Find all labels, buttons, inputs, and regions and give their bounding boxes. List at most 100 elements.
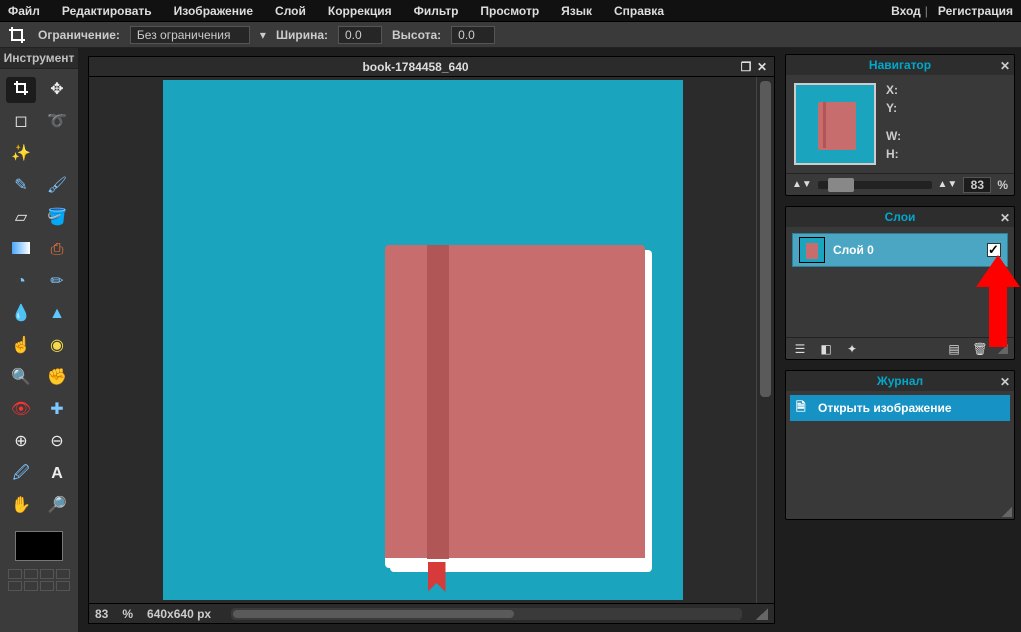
height-input[interactable]: 0.0 bbox=[451, 26, 495, 44]
layer-name[interactable]: Слой 0 bbox=[833, 243, 979, 257]
redeye-icon: 👁 bbox=[11, 402, 31, 418]
navigator-panel: Навигатор ✕ X: Y: W: H: ▲▼ ▲▼ 83 bbox=[785, 54, 1015, 196]
tool-burn[interactable]: ✊ bbox=[42, 365, 72, 391]
navigator-zoom-pct: % bbox=[997, 178, 1008, 192]
tool-marquee[interactable]: ◻ bbox=[6, 109, 36, 135]
height-label: Высота: bbox=[392, 28, 441, 42]
color-replace-icon: ◔ bbox=[16, 274, 26, 290]
smudge-icon: ☝ bbox=[11, 338, 31, 354]
heal-icon: ✚ bbox=[50, 402, 63, 418]
layer-delete-icon[interactable]: 🗑 bbox=[972, 341, 988, 357]
tool-heal[interactable]: ✚ bbox=[42, 397, 72, 423]
dimensions: 640x640 px bbox=[147, 607, 211, 621]
navigator-close-icon[interactable]: ✕ bbox=[1000, 56, 1010, 76]
tool-redeye[interactable]: 👁 bbox=[6, 397, 36, 423]
tool-eyedrop[interactable]: 🖉 bbox=[6, 461, 36, 487]
crop-icon bbox=[13, 80, 29, 100]
navigator-thumbnail[interactable] bbox=[794, 83, 876, 165]
window-maximize-icon[interactable]: ❐ bbox=[738, 60, 754, 74]
main-menubar: Файл Редактировать Изображение Слой Корр… bbox=[0, 0, 1021, 22]
layers-resize-grip-icon[interactable] bbox=[998, 344, 1008, 354]
register-link[interactable]: Регистрация bbox=[938, 4, 1013, 18]
constraint-caret-icon[interactable]: ▾ bbox=[260, 28, 266, 42]
layer-row[interactable]: Слой 0 bbox=[792, 233, 1008, 267]
tool-replace-color[interactable]: ◔ bbox=[6, 269, 36, 295]
layer-settings-icon[interactable]: ☰ bbox=[792, 341, 808, 357]
menu-filter[interactable]: Фильтр bbox=[414, 4, 459, 18]
history-panel: Журнал ✕ 🗎 Открыть изображение bbox=[785, 370, 1015, 520]
tool-bucket[interactable]: 🪣 bbox=[42, 205, 72, 231]
tool-lasso[interactable]: ➰ bbox=[42, 109, 72, 135]
menu-lang[interactable]: Язык bbox=[561, 4, 592, 18]
 bbox=[42, 141, 72, 167]
menu-layer[interactable]: Слой bbox=[275, 4, 306, 18]
menu-help[interactable]: Справка bbox=[614, 4, 664, 18]
layer-fx-icon[interactable]: ✦ bbox=[844, 341, 860, 357]
width-label: Ширина: bbox=[276, 28, 328, 42]
window-close-icon[interactable]: ✕ bbox=[754, 60, 770, 74]
open-image-icon: 🗎 bbox=[796, 398, 812, 419]
navigator-zoom-value[interactable]: 83 bbox=[963, 177, 991, 193]
history-close-icon[interactable]: ✕ bbox=[1000, 372, 1010, 392]
menu-adjust[interactable]: Коррекция bbox=[328, 4, 392, 18]
foreground-color-swatch[interactable] bbox=[15, 531, 63, 561]
layer-new-icon[interactable]: ▤ bbox=[946, 341, 962, 357]
nav-h: H: bbox=[886, 147, 1006, 161]
layers-close-icon[interactable]: ✕ bbox=[1000, 208, 1010, 228]
toolbox-panel: Инструмент ✥ ◻ ➰ ✨ ✎ 🖌 ▱ 🪣 ⎙ ◔ ✏ 💧 ▲ ☝ ◉… bbox=[0, 48, 78, 632]
history-entry-label: Открыть изображение bbox=[818, 401, 952, 415]
toolbox-title: Инструмент bbox=[0, 48, 78, 69]
tool-eraser[interactable]: ▱ bbox=[6, 205, 36, 231]
login-link[interactable]: Вход bbox=[891, 4, 921, 18]
tool-options-bar: Ограничение: Без ограничения ▾ Ширина: 0… bbox=[0, 22, 1021, 48]
tool-gradient[interactable] bbox=[6, 237, 36, 263]
image-content bbox=[163, 80, 683, 600]
drop-icon: 💧 bbox=[11, 306, 31, 322]
layer-thumbnail bbox=[799, 237, 825, 263]
tool-blur[interactable]: 💧 bbox=[6, 301, 36, 327]
sharpen-icon: ▲ bbox=[49, 306, 65, 322]
tool-brush[interactable]: 🖌 bbox=[42, 173, 72, 199]
tool-text[interactable]: A bbox=[42, 461, 72, 487]
text-icon: A bbox=[51, 466, 63, 482]
tool-dodge[interactable]: 🔍 bbox=[6, 365, 36, 391]
document-window: book-1784458_640 ❐ ✕ 83 bbox=[88, 56, 775, 624]
tool-crop[interactable] bbox=[6, 77, 36, 103]
dodge-icon: 🔍 bbox=[11, 370, 31, 386]
canvas-area[interactable] bbox=[89, 77, 756, 603]
zoom-out-icon[interactable]: ▲▼ bbox=[792, 179, 812, 190]
tool-pinch[interactable]: ⊖ bbox=[42, 429, 72, 455]
pinch-icon: ⊖ bbox=[50, 434, 63, 450]
tool-sponge[interactable]: ◉ bbox=[42, 333, 72, 359]
resize-grip-icon[interactable] bbox=[756, 608, 768, 620]
width-input[interactable]: 0.0 bbox=[338, 26, 382, 44]
layer-visibility-checkbox[interactable] bbox=[987, 243, 1001, 257]
pencil-icon: ✎ bbox=[14, 178, 27, 194]
tool-clone[interactable]: ⎙ bbox=[42, 237, 72, 263]
menu-edit[interactable]: Редактировать bbox=[62, 4, 152, 18]
history-entry[interactable]: 🗎 Открыть изображение bbox=[790, 395, 1010, 421]
history-resize-grip-icon[interactable] bbox=[1002, 507, 1012, 517]
tool-bloat[interactable]: ⊕ bbox=[6, 429, 36, 455]
menu-view[interactable]: Просмотр bbox=[480, 4, 539, 18]
tool-hand[interactable]: ✋ bbox=[6, 493, 36, 519]
color-swatches[interactable] bbox=[8, 569, 70, 591]
zoom-slider[interactable] bbox=[818, 181, 932, 189]
tool-move[interactable]: ✥ bbox=[42, 77, 72, 103]
vertical-scrollbar[interactable] bbox=[756, 77, 774, 603]
tool-draw[interactable]: ✏ bbox=[42, 269, 72, 295]
crop-tool-icon bbox=[6, 24, 28, 46]
horizontal-scrollbar[interactable] bbox=[231, 608, 742, 620]
constraint-select[interactable]: Без ограничения bbox=[130, 26, 250, 44]
tool-sharpen[interactable]: ▲ bbox=[42, 301, 72, 327]
layer-mask-icon[interactable]: ◧ bbox=[818, 341, 834, 357]
lasso-icon: ➰ bbox=[47, 114, 67, 130]
zoom-in-icon[interactable]: ▲▼ bbox=[938, 179, 958, 190]
menu-file[interactable]: Файл bbox=[8, 4, 40, 18]
tool-zoom[interactable]: 🔎 bbox=[42, 493, 72, 519]
tool-pencil[interactable]: ✎ bbox=[6, 173, 36, 199]
tool-wand[interactable]: ✨ bbox=[6, 141, 36, 167]
menu-image[interactable]: Изображение bbox=[174, 4, 253, 18]
tool-smudge[interactable]: ☝ bbox=[6, 333, 36, 359]
bucket-icon: 🪣 bbox=[47, 210, 67, 226]
